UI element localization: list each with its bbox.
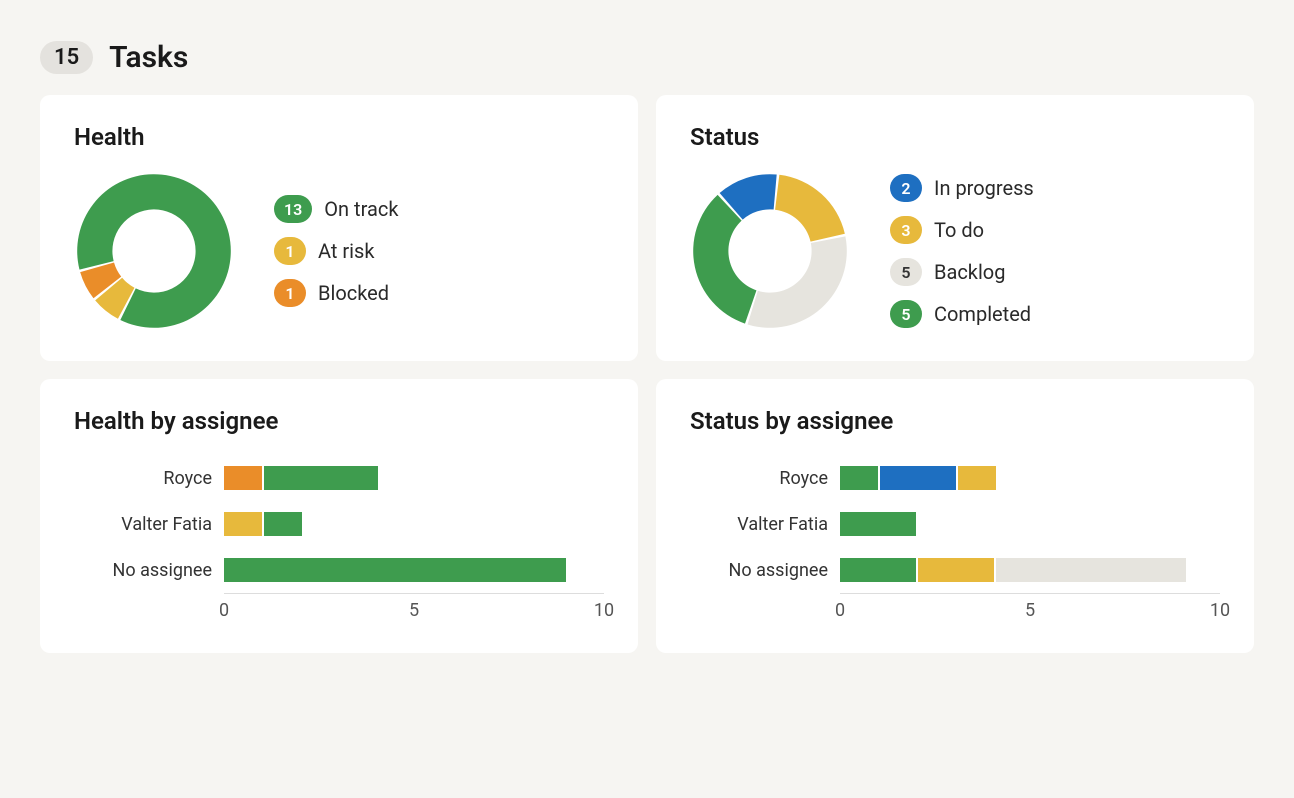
legend-badge: 13 [274,195,312,223]
bar-row: Royce [690,455,1220,501]
legend-item[interactable]: 13 On track [274,195,398,223]
legend-label: On track [324,197,398,221]
bar-row-label: Royce [690,468,840,489]
legend-badge: 1 [274,237,306,265]
bar-row-label: No assignee [74,560,224,581]
card-status: Status 2 In progress 3 To do 5 Backlog 5 Comple… [656,95,1254,361]
bar-segment[interactable] [918,558,994,582]
status-legend: 2 In progress 3 To do 5 Backlog 5 Completed [890,174,1034,328]
bar-axis-tick: 10 [594,600,614,621]
bar-segment[interactable] [224,558,566,582]
bar-segment[interactable] [840,466,878,490]
bar-row-label: No assignee [690,560,840,581]
health-by-assignee-chart: Royce Valter Fatia No assignee0510 [74,455,604,623]
bar-track [224,512,604,536]
bar-row: Valter Fatia [690,501,1220,547]
card-status-title: Status [690,123,1220,151]
card-health-by-assignee: Health by assignee Royce Valter Fatia No a… [40,379,638,653]
legend-item[interactable]: 3 To do [890,216,1034,244]
bar-axis-tick: 0 [219,600,229,621]
bar-axis-tick: 5 [1025,600,1035,621]
bar-axis: 0510 [840,593,1220,623]
bar-axis-tick: 0 [835,600,845,621]
bar-segment[interactable] [264,466,378,490]
bar-segment[interactable] [224,466,262,490]
card-health-by-assignee-title: Health by assignee [74,407,604,435]
bar-track [840,466,1220,490]
card-status-by-assignee: Status by assignee Royce Valter Fatia No a… [656,379,1254,653]
bar-row-label: Valter Fatia [74,514,224,535]
legend-label: At risk [318,239,374,263]
bar-segment[interactable] [840,512,916,536]
legend-badge: 1 [274,279,306,307]
bar-axis-tick: 10 [1210,600,1230,621]
legend-item[interactable]: 1 Blocked [274,279,398,307]
legend-item[interactable]: 1 At risk [274,237,398,265]
legend-item[interactable]: 5 Backlog [890,258,1034,286]
legend-label: Backlog [934,260,1005,284]
legend-item[interactable]: 5 Completed [890,300,1034,328]
bar-segment[interactable] [224,512,262,536]
legend-label: Blocked [318,281,389,305]
bar-track [224,466,604,490]
legend-badge: 5 [890,300,922,328]
bar-segment[interactable] [958,466,996,490]
bar-row: No assignee [690,547,1220,593]
legend-label: In progress [934,176,1034,200]
dashboard-grid: Health 13 On track 1 At risk 1 Blocked Status… [40,95,1254,653]
bar-row-label: Royce [74,468,224,489]
legend-label: Completed [934,302,1031,326]
health-legend: 13 On track 1 At risk 1 Blocked [274,195,398,307]
bar-axis: 0510 [224,593,604,623]
card-status-by-assignee-title: Status by assignee [690,407,1220,435]
bar-track [224,558,604,582]
legend-item[interactable]: 2 In progress [890,174,1034,202]
legend-badge: 3 [890,216,922,244]
tasks-count-badge: 15 [40,41,93,74]
bar-row: Valter Fatia [74,501,604,547]
bar-segment[interactable] [840,558,916,582]
health-donut-chart [74,171,234,331]
bar-segment[interactable] [880,466,956,490]
legend-badge: 5 [890,258,922,286]
bar-axis-tick: 5 [409,600,419,621]
bar-track [840,558,1220,582]
status-donut-chart [690,171,850,331]
legend-badge: 2 [890,174,922,202]
status-by-assignee-chart: Royce Valter Fatia No assignee0510 [690,455,1220,623]
card-health-title: Health [74,123,604,151]
legend-label: To do [934,218,984,242]
card-health: Health 13 On track 1 At risk 1 Blocked [40,95,638,361]
bar-track [840,512,1220,536]
bar-row: Royce [74,455,604,501]
bar-row-label: Valter Fatia [690,514,840,535]
bar-segment[interactable] [264,512,302,536]
page-title: Tasks [109,40,188,75]
donut-slice[interactable] [775,175,845,242]
donut-slice[interactable] [748,236,847,327]
page-header: 15 Tasks [40,40,1254,75]
bar-segment[interactable] [996,558,1186,582]
bar-row: No assignee [74,547,604,593]
